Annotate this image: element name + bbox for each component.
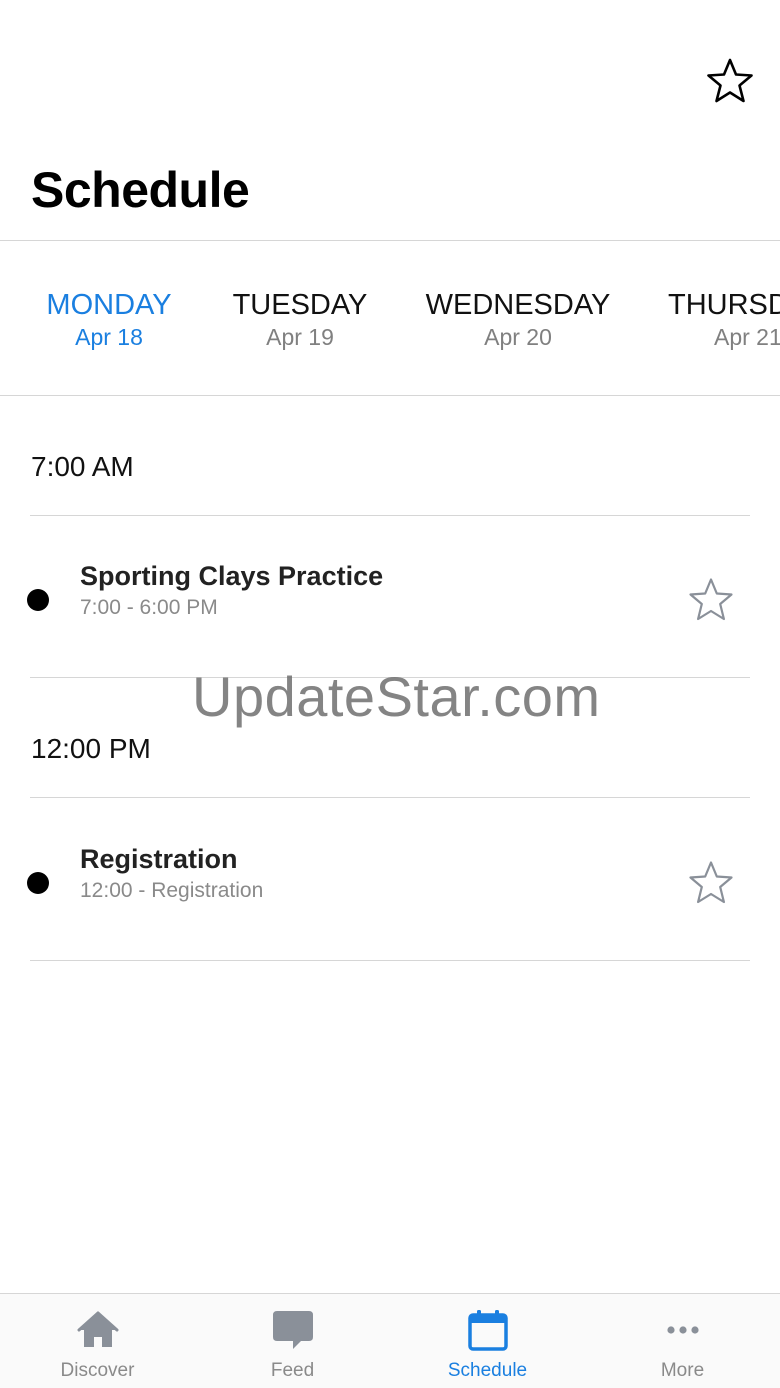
time-header: 7:00 AM <box>31 451 134 482</box>
day-selector-divider <box>0 395 780 396</box>
tab-label: Discover <box>60 1360 135 1381</box>
tab-schedule[interactable]: Schedule <box>390 1294 585 1388</box>
day-tab-label: THURSDAY <box>668 289 780 321</box>
tab-label: More <box>660 1360 705 1381</box>
day-selector[interactable]: MONDAY Apr 18 TUESDAY Apr 19 WEDNESDAY A… <box>0 241 780 395</box>
tab-label: Schedule <box>447 1360 528 1381</box>
favorite-star-icon[interactable] <box>687 859 735 907</box>
day-tab-tuesday[interactable]: TUESDAY Apr 19 <box>226 288 374 352</box>
tab-label: Feed <box>270 1360 315 1381</box>
day-tab-date: Apr 19 <box>266 324 334 350</box>
speech-bubble-icon <box>273 1311 313 1349</box>
row-divider <box>30 960 750 961</box>
day-tab-date: Apr 21 <box>714 324 780 350</box>
session-time: 12:00 - Registration <box>80 879 264 902</box>
day-tab-label: TUESDAY <box>232 289 368 321</box>
time-header: 12:00 PM <box>31 733 151 764</box>
session-title: Sporting Clays Practice <box>80 561 384 591</box>
more-dots-icon <box>667 1326 699 1334</box>
day-tab-label: WEDNESDAY <box>425 289 611 321</box>
calendar-icon <box>468 1310 508 1351</box>
watermark: UpdateStar.com <box>192 665 601 728</box>
session-title: Registration <box>80 844 238 874</box>
bottom-tab-bar: Discover Feed Schedule More <box>0 1293 780 1388</box>
session-dot <box>27 589 49 611</box>
page-title: Schedule <box>31 162 250 218</box>
day-tab-label: MONDAY <box>46 289 172 321</box>
tab-more[interactable]: More <box>585 1294 780 1388</box>
session-time: 7:00 - 6:00 PM <box>80 596 218 619</box>
day-tab-monday[interactable]: MONDAY Apr 18 <box>40 288 178 352</box>
session-dot <box>27 872 49 894</box>
tab-feed[interactable]: Feed <box>195 1294 390 1388</box>
day-tab-wednesday[interactable]: WEDNESDAY Apr 20 <box>420 288 616 352</box>
star-outline-icon[interactable] <box>705 56 755 106</box>
row-divider <box>30 677 750 678</box>
home-icon <box>77 1311 119 1347</box>
favorite-star-icon[interactable] <box>687 576 735 624</box>
tab-discover[interactable]: Discover <box>0 1294 195 1388</box>
day-tab-date: Apr 18 <box>75 324 143 350</box>
day-tab-thursday[interactable]: THURSDAY Apr 21 <box>668 288 780 352</box>
row-divider <box>30 515 750 516</box>
session-row[interactable]: Sporting Clays Practice 7:00 - 6:00 PM <box>0 530 780 660</box>
row-divider <box>30 797 750 798</box>
day-tab-date: Apr 20 <box>484 324 552 350</box>
session-row[interactable]: Registration 12:00 - Registration <box>0 813 780 943</box>
